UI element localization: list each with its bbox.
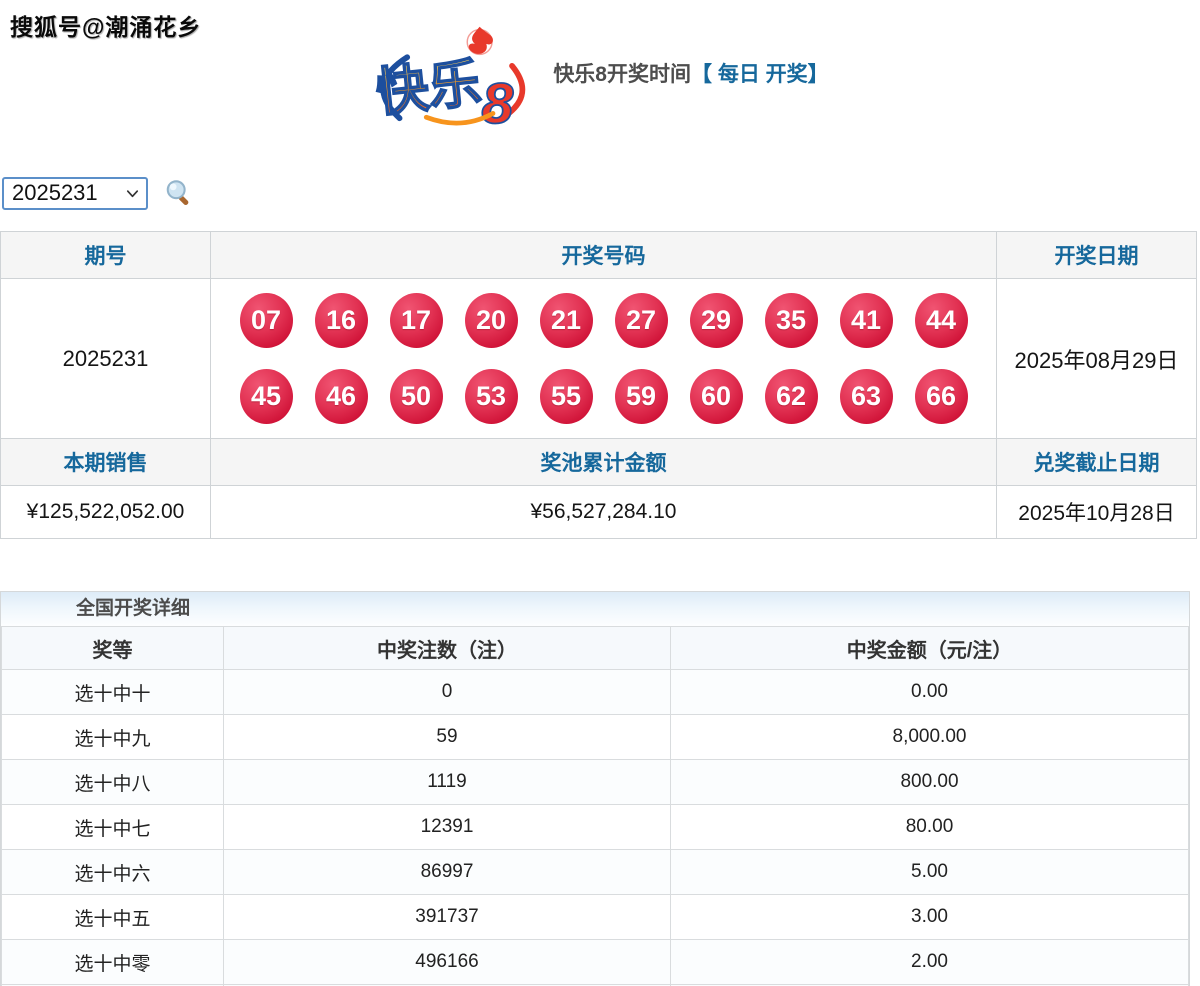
- prize-count: 0: [224, 670, 671, 715]
- col-header-deadline: 兑奖截止日期: [997, 439, 1197, 486]
- col-header-level: 奖等: [2, 627, 224, 670]
- col-header-date: 开奖日期: [997, 232, 1197, 279]
- prize-table-title: 全国开奖详细: [1, 592, 1189, 626]
- issue-select[interactable]: 2025231: [2, 177, 148, 210]
- page-title: 快乐8开奖时间【 每日 开奖】: [553, 58, 828, 88]
- sales-header-row: 本期销售 奖池累计金额 兑奖截止日期: [1, 439, 1197, 486]
- prize-header-row: 奖等 中奖注数（注） 中奖金额（元/注）: [2, 627, 1189, 670]
- col-header-count: 中奖注数（注）: [224, 627, 671, 670]
- search-icon[interactable]: [164, 178, 194, 208]
- deadline-date: 2025年10月28日: [997, 486, 1197, 539]
- lottery-ball: 35: [765, 293, 818, 348]
- lottery-ball: 66: [915, 369, 968, 424]
- draw-date: 2025年08月29日: [997, 279, 1197, 439]
- prize-count: 86997: [224, 850, 671, 895]
- prize-count: 391737: [224, 895, 671, 940]
- ball-row-2: 45 46 50 53 55 59 60 62 63 66: [211, 369, 996, 424]
- col-header-pool: 奖池累计金额: [211, 439, 997, 486]
- lottery-ball: 50: [390, 369, 443, 424]
- lottery-ball: 17: [390, 293, 443, 348]
- prize-amount: 0.00: [671, 670, 1189, 715]
- sales-body-row: ¥125,522,052.00 ¥56,527,284.10 2025年10月2…: [1, 486, 1197, 539]
- lottery-ball: 59: [615, 369, 668, 424]
- sales-amount: ¥125,522,052.00: [1, 486, 211, 539]
- prize-row: 选十中八 1119 800.00: [2, 760, 1189, 805]
- prize-level: 选十中九: [2, 715, 224, 760]
- prize-count: 12391: [224, 805, 671, 850]
- issue-controls: 2025231: [2, 176, 1200, 210]
- prize-count: 1119: [224, 760, 671, 805]
- prize-row: 选十中七 12391 80.00: [2, 805, 1189, 850]
- issue-number: 2025231: [1, 279, 211, 439]
- prize-row: 选十中零 496166 2.00: [2, 940, 1189, 985]
- lottery-ball: 21: [540, 293, 593, 348]
- lottery-ball: 46: [315, 369, 368, 424]
- lottery-ball: 62: [765, 369, 818, 424]
- lottery-ball: 63: [840, 369, 893, 424]
- lottery-ball: 07: [240, 293, 293, 348]
- prize-table: 奖等 中奖注数（注） 中奖金额（元/注） 选十中十 0 0.00 选十中九 59…: [1, 626, 1189, 986]
- pool-amount: ¥56,527,284.10: [211, 486, 997, 539]
- prize-amount: 5.00: [671, 850, 1189, 895]
- prize-level: 选十中零: [2, 940, 224, 985]
- lottery-ball: 60: [690, 369, 743, 424]
- issue-select-wrap: 2025231: [2, 177, 148, 210]
- lottery-ball: 16: [315, 293, 368, 348]
- ball-row-1: 07 16 17 20 21 27 29 35 41 44: [211, 293, 996, 348]
- result-body-row: 2025231 07 16 17 20 21 27 29 35 41 44 45 46 50 53 55 5…: [1, 279, 1197, 439]
- prize-table-section: 全国开奖详细 奖等 中奖注数（注） 中奖金额（元/注） 选十中十 0 0.00 …: [0, 591, 1190, 986]
- page-title-text: 快乐8开奖时间: [553, 63, 691, 86]
- lottery-ball: 20: [465, 293, 518, 348]
- prize-level: 选十中五: [2, 895, 224, 940]
- svg-text:快乐: 快乐: [374, 54, 484, 123]
- prize-row: 选十中十 0 0.00: [2, 670, 1189, 715]
- prize-amount: 3.00: [671, 895, 1189, 940]
- kuaile8-logo: 快乐 8: [371, 24, 533, 140]
- prize-row: 选十中五 391737 3.00: [2, 895, 1189, 940]
- col-header-sales: 本期销售: [1, 439, 211, 486]
- col-header-numbers: 开奖号码: [211, 232, 997, 279]
- prize-count: 496166: [224, 940, 671, 985]
- prize-amount: 8,000.00: [671, 715, 1189, 760]
- col-header-amount: 中奖金额（元/注）: [671, 627, 1189, 670]
- result-header-row: 期号 开奖号码 开奖日期: [1, 232, 1197, 279]
- watermark: 搜狐号@潮涌花乡: [10, 8, 201, 42]
- prize-level: 选十中六: [2, 850, 224, 895]
- prize-level: 选十中十: [2, 670, 224, 715]
- prize-row: 选十中九 59 8,000.00: [2, 715, 1189, 760]
- lottery-ball: 29: [690, 293, 743, 348]
- prize-amount: 2.00: [671, 940, 1189, 985]
- lottery-ball: 55: [540, 369, 593, 424]
- prize-count: 59: [224, 715, 671, 760]
- prize-row: 选十中六 86997 5.00: [2, 850, 1189, 895]
- col-header-issue: 期号: [1, 232, 211, 279]
- lottery-ball: 44: [915, 293, 968, 348]
- lottery-ball: 53: [465, 369, 518, 424]
- page-title-schedule: 【 每日 开奖】: [691, 63, 829, 86]
- svg-text:8: 8: [482, 72, 514, 136]
- winning-numbers: 07 16 17 20 21 27 29 35 41 44 45 46 50 53 55 59 60 62 63 6…: [211, 279, 997, 439]
- lottery-ball: 41: [840, 293, 893, 348]
- prize-level: 选十中七: [2, 805, 224, 850]
- prize-amount: 80.00: [671, 805, 1189, 850]
- result-table: 期号 开奖号码 开奖日期 2025231 07 16 17 20 21 27 29 35 41 4…: [0, 231, 1197, 539]
- prize-amount: 800.00: [671, 760, 1189, 805]
- lottery-ball: 27: [615, 293, 668, 348]
- lottery-ball: 45: [240, 369, 293, 424]
- prize-level: 选十中八: [2, 760, 224, 805]
